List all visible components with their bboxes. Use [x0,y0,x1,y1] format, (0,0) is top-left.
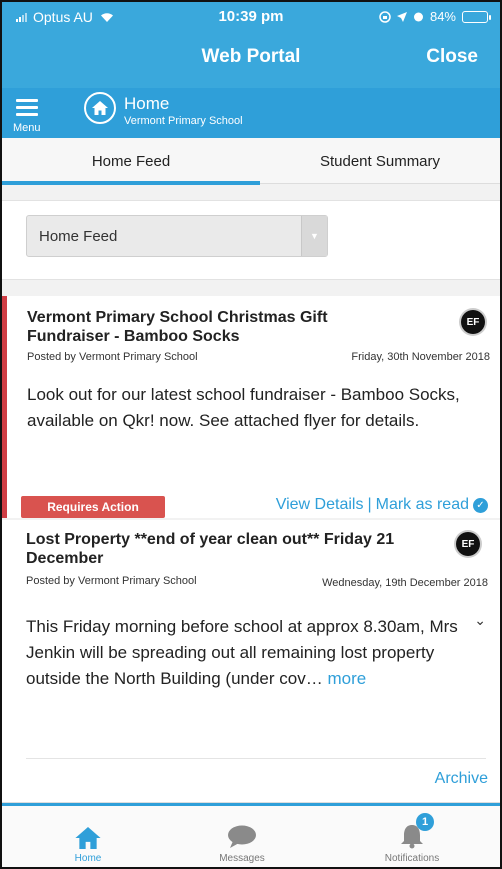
school-name: Vermont Primary School [124,115,243,127]
app-frame: Optus AU 10:39 pm 84% Web Portal Close M… [0,0,502,869]
post-body-text: This Friday morning before school at app… [26,617,458,688]
archive-link[interactable]: Archive [435,770,488,788]
orientation-lock-icon [379,10,391,23]
feed-select-value: Home Feed [39,228,118,245]
post-title: Lost Property **end of year clean out** … [26,531,395,567]
post-card: Vermont Primary School Christmas Gift Fu… [2,296,500,518]
battery-percent: 84% [429,9,456,24]
post-body: This Friday morning before school at app… [26,614,466,692]
author-avatar: EF [456,532,480,556]
location-icon [396,11,407,22]
nav-notifications-label: Notifications [384,853,440,864]
divider [26,758,486,759]
battery-icon [462,10,491,23]
tab-bar: Home Feed Student Summary [2,138,500,185]
post-date: Friday, 30th November 2018 [351,351,490,363]
post-date: Wednesday, 19th December 2018 [322,577,488,589]
title-bar: Web Portal Close [2,42,500,76]
requires-action-badge: Requires Action [21,496,165,518]
page-title: Home [124,94,170,113]
post-actions: View Details | Mark as read ✓ [276,496,488,514]
nav-messages-label: Messages [219,853,265,864]
notification-count-badge: 1 [416,813,434,831]
check-circle-icon[interactable]: ✓ [473,497,488,513]
nav-home[interactable]: Home [28,821,148,864]
close-button[interactable]: Close [426,46,478,68]
feed-select[interactable]: Home Feed ▼ [26,215,328,257]
actions-separator: | [367,496,372,513]
mark-as-read-link[interactable]: Mark as read [376,496,469,514]
menu-button[interactable]: Menu [12,96,46,136]
post-author: Posted by Vermont Primary School [27,351,198,363]
chat-bubble-icon [182,821,302,849]
page-header: Menu Home Vermont Primary School [2,88,500,138]
bottom-nav-border [2,803,500,806]
hamburger-icon [16,99,38,120]
alarm-icon [413,12,423,22]
post-body: Look out for our latest school fundraise… [27,385,460,430]
tab-home-feed[interactable]: Home Feed [2,138,260,185]
home-breadcrumb-icon[interactable] [84,92,116,124]
post-title: Vermont Primary School Christmas Gift Fu… [27,309,328,345]
nav-home-label: Home [74,853,102,864]
nav-messages[interactable]: Messages [182,821,302,864]
status-bar: Optus AU 10:39 pm 84% [2,2,500,30]
post-author: Posted by Vermont Primary School [26,575,197,587]
status-right: 84% [379,9,491,24]
feed-filter-area: Home Feed ▼ [2,200,500,280]
author-avatar: EF [461,310,485,334]
top-bar: Optus AU 10:39 pm 84% Web Portal Close [2,2,500,88]
view-details-link[interactable]: View Details [276,496,364,514]
home-icon [28,821,148,849]
bell-icon: 1 [352,813,472,849]
bottom-nav: Home Messages 1 Notifications [2,802,500,867]
expand-chevron-icon[interactable]: ⌄ [474,612,486,629]
tab-student-summary[interactable]: Student Summary [260,138,500,184]
menu-label: Menu [13,122,41,134]
chevron-down-icon: ▼ [301,216,327,256]
post-card: Lost Property **end of year clean out** … [2,520,500,802]
nav-notifications[interactable]: 1 Notifications [352,813,472,864]
more-link[interactable]: more [327,669,366,688]
